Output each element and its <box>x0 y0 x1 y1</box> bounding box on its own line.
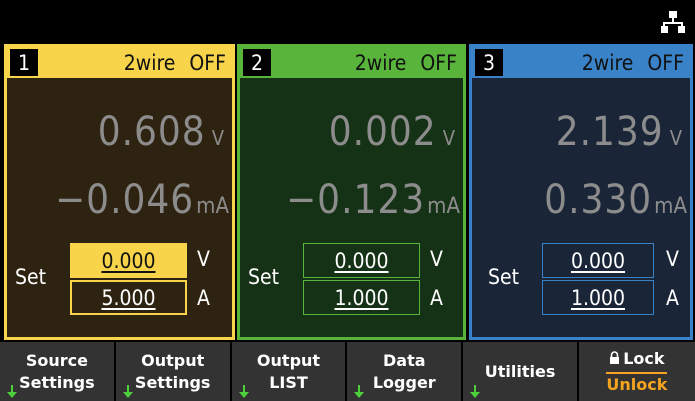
softkey-line1: Utilities <box>484 361 556 381</box>
current-setpoint-unit: A <box>430 286 443 310</box>
softkey-line2: Logger <box>372 372 436 392</box>
current-setpoint-field[interactable]: 1.000 <box>542 280 654 315</box>
softkey-line1: Data <box>383 350 426 370</box>
data-logger-softkey[interactable]: Data Logger <box>347 342 464 401</box>
measured-current: −0.123mA <box>286 177 460 223</box>
lock-label: Lock <box>609 348 665 370</box>
channel-number: 2 <box>243 49 271 76</box>
submenu-arrow-icon <box>7 385 17 398</box>
softkey-line1: Output <box>256 350 321 370</box>
submenu-arrow-icon <box>470 385 481 398</box>
measured-current: −0.046mA <box>55 177 229 223</box>
channel-3-panel[interactable]: 3 2wire OFF 2.139 V 0.330mA Set 0.000 V 1… <box>469 44 693 340</box>
output-state: OFF <box>647 50 684 75</box>
utilities-softkey[interactable]: Utilities <box>463 342 579 401</box>
measured-voltage: 2.139 V <box>555 109 682 155</box>
channel-header: 1 2wire OFF <box>7 47 232 78</box>
current-setpoint-field[interactable]: 1.000 <box>303 280 420 315</box>
channel-number: 3 <box>475 49 503 76</box>
output-list-softkey[interactable]: Output LIST <box>231 342 348 401</box>
measured-voltage: 0.002 V <box>328 109 455 155</box>
current-setpoint-field[interactable]: 5.000 <box>70 280 187 315</box>
submenu-arrow-icon <box>238 385 249 398</box>
voltage-setpoint-field[interactable]: 0.000 <box>70 243 187 278</box>
voltage-setpoint-unit: V <box>430 247 443 271</box>
lock-unlock-softkey[interactable]: Lock Unlock <box>578 342 695 401</box>
softkey-line1: Source <box>25 350 88 370</box>
softkey-line2: Settings <box>134 372 211 392</box>
voltage-setpoint-unit: V <box>666 247 679 271</box>
lock-icon <box>610 350 620 364</box>
set-label: Set <box>488 265 520 289</box>
softkey-line2: LIST <box>269 372 308 392</box>
voltage-setpoint-field[interactable]: 0.000 <box>542 243 654 278</box>
network-lan-icon <box>661 11 685 33</box>
submenu-arrow-icon <box>122 385 133 398</box>
softkey-bar: Source Settings Output Settings Output L… <box>0 342 695 401</box>
channel-number: 1 <box>10 49 38 76</box>
output-state: OFF <box>420 50 457 75</box>
set-label: Set <box>15 265 47 289</box>
softkey-line1: Output <box>141 350 205 370</box>
set-label: Set <box>248 265 280 289</box>
sense-mode: 2wire <box>354 50 407 75</box>
sense-mode: 2wire <box>123 50 176 75</box>
measured-current: 0.330mA <box>544 177 687 223</box>
submenu-arrow-icon <box>354 385 365 398</box>
source-settings-softkey[interactable]: Source Settings <box>0 342 116 401</box>
channel-header: 3 2wire OFF <box>472 47 690 78</box>
output-state: OFF <box>189 50 226 75</box>
status-bar <box>0 0 695 44</box>
current-setpoint-unit: A <box>666 286 679 310</box>
voltage-setpoint-unit: V <box>197 247 210 271</box>
output-settings-softkey[interactable]: Output Settings <box>115 342 232 401</box>
voltage-setpoint-field[interactable]: 0.000 <box>303 243 420 278</box>
measured-voltage: 0.608 V <box>97 109 224 155</box>
channel-header: 2 2wire OFF <box>240 47 463 78</box>
sense-mode: 2wire <box>581 50 634 75</box>
current-setpoint-unit: A <box>197 286 210 310</box>
channel-1-panel[interactable]: 1 2wire OFF 0.608 V −0.046mA Set 0.000 V … <box>4 44 235 340</box>
channel-2-panel[interactable]: 2 2wire OFF 0.002 V −0.123mA Set 0.000 V … <box>237 44 466 340</box>
softkey-line2: Settings <box>19 372 95 392</box>
unlock-label: Unlock <box>606 371 668 396</box>
